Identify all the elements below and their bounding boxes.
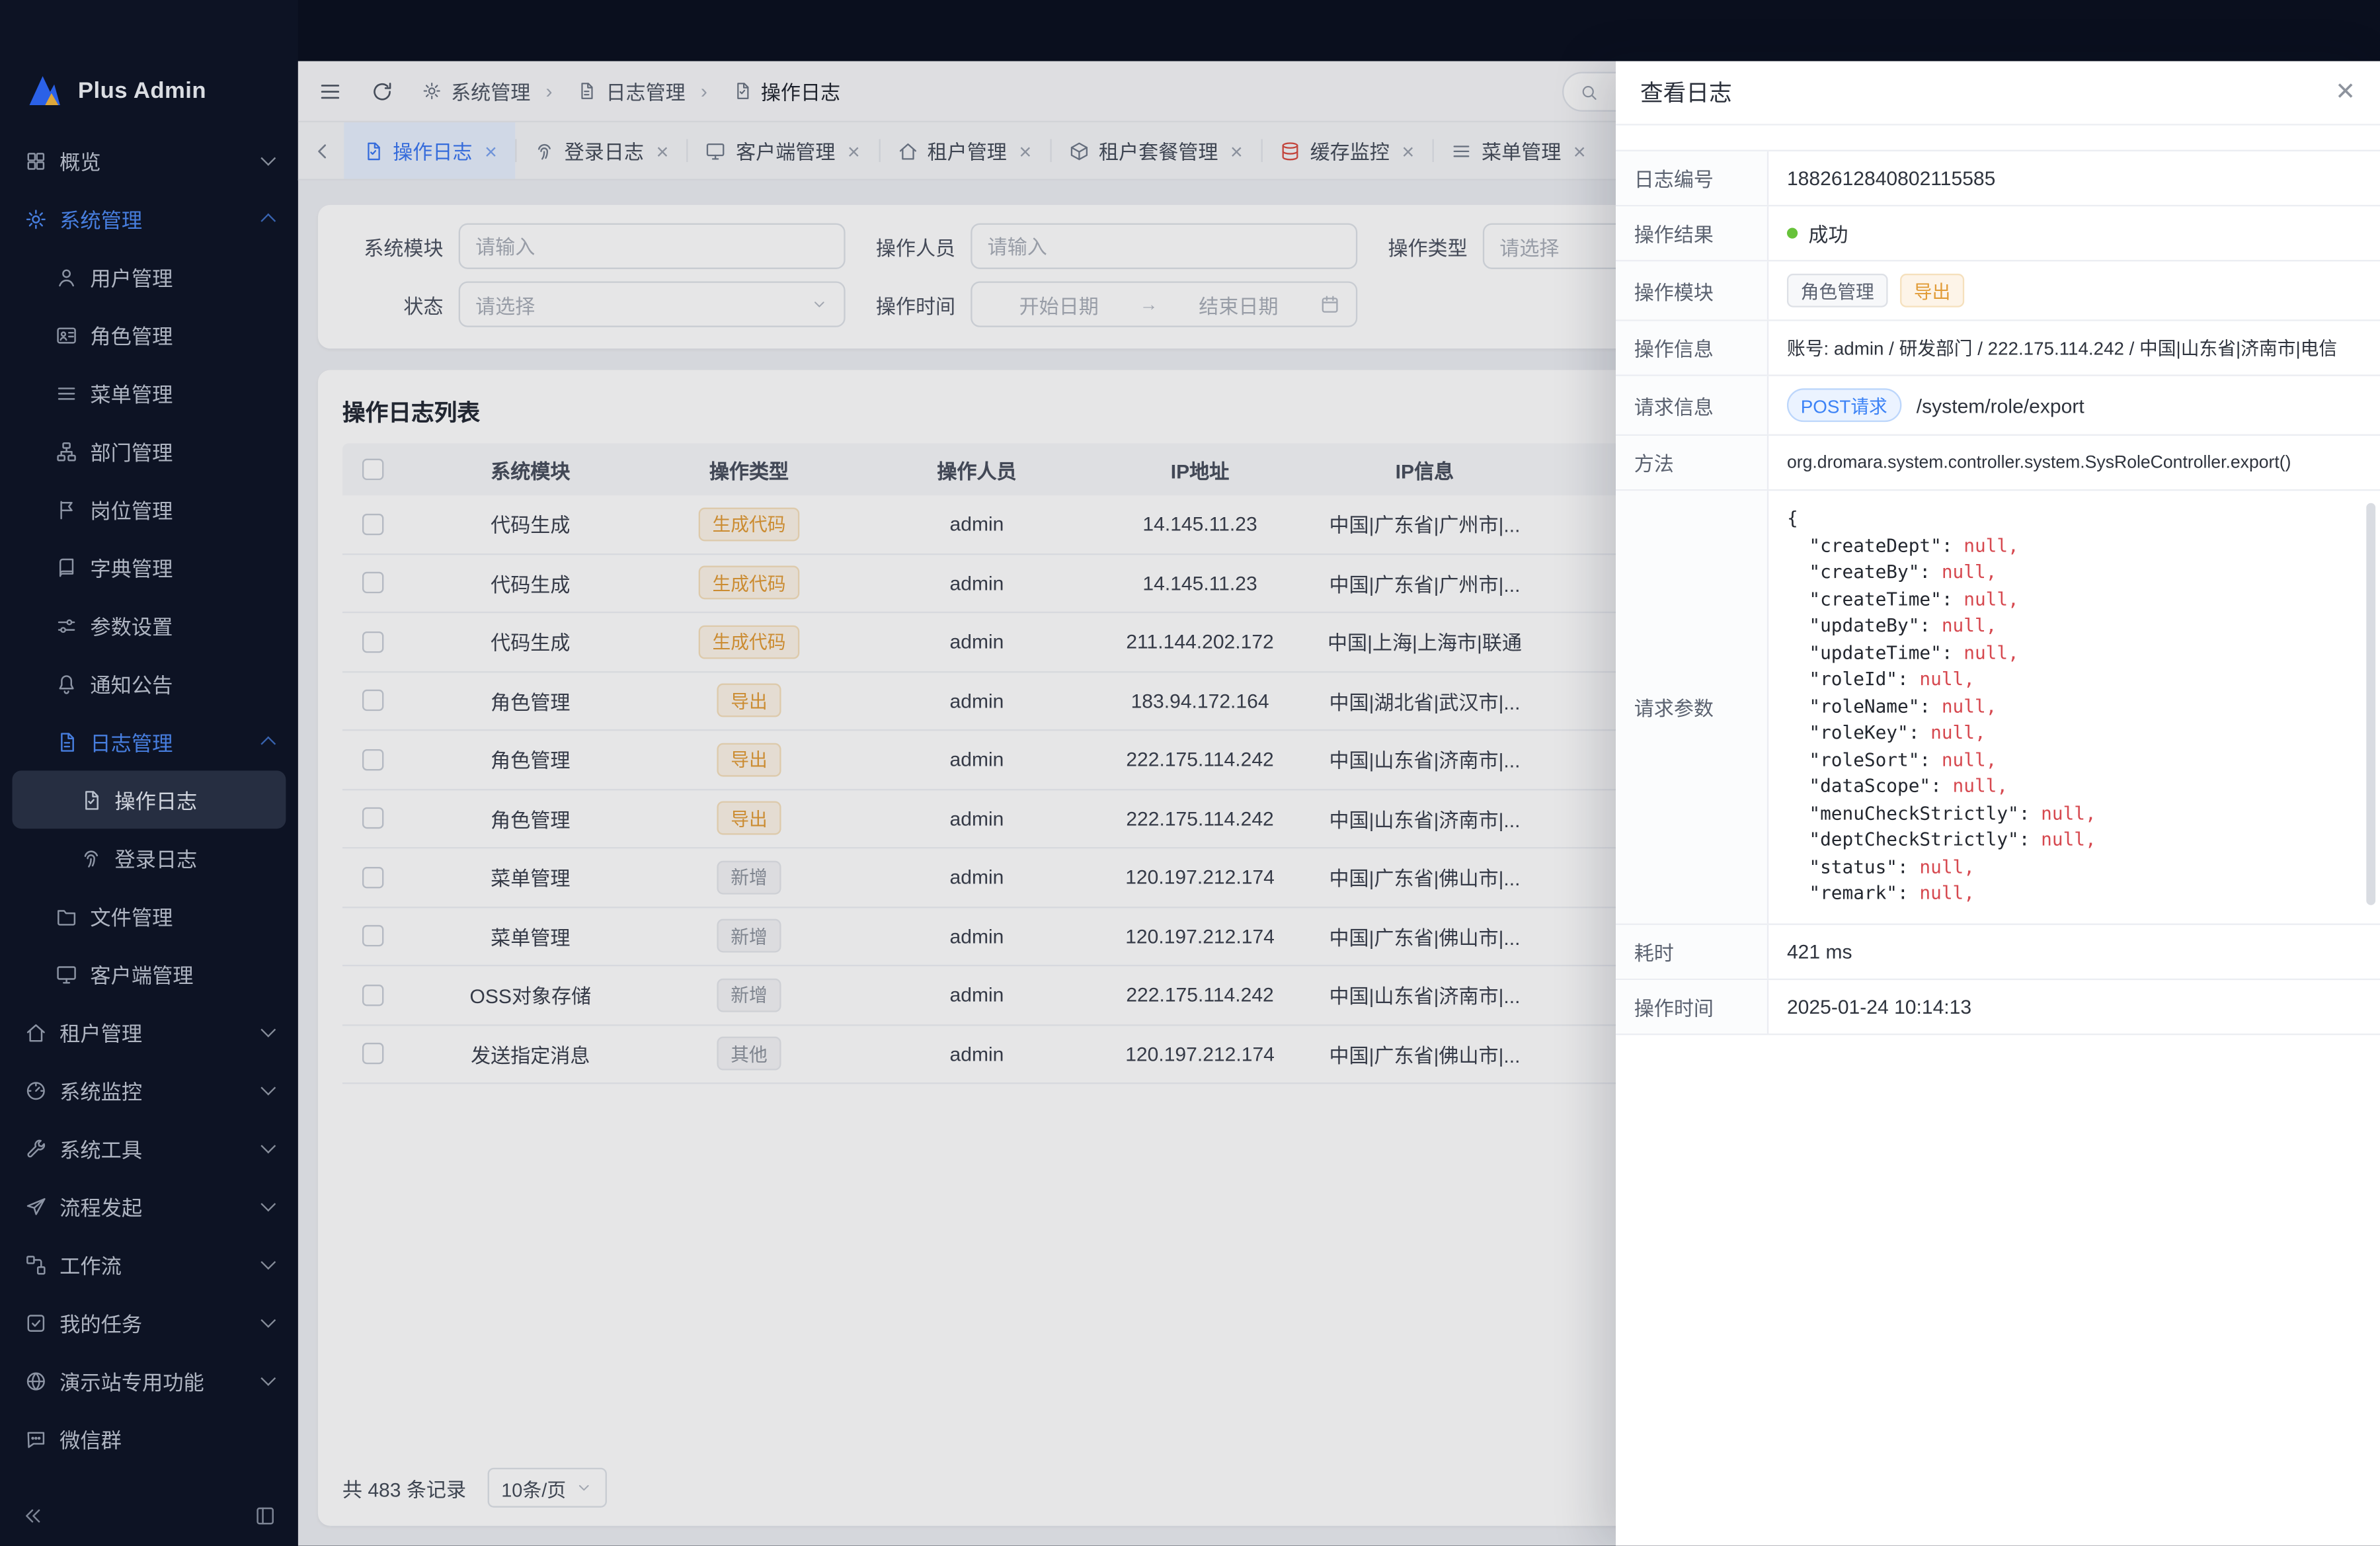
json-line: { [1787,506,2356,532]
drawer-header: 查看日志 ✕ [1616,61,2380,125]
json-line: "roleName": null, [1787,694,2356,720]
json-line: "createTime": null, [1787,587,2356,613]
detail-row-info: 操作信息 账号: admin / 研发部门 / 222.175.114.242 … [1616,321,2380,376]
json-line: "status": null, [1787,854,2356,880]
success-status-dot [1787,228,1798,239]
field-label: 请求参数 [1616,491,1768,922]
json-line: "createDept": null, [1787,533,2356,559]
operation-time-value: 2025-01-24 10:14:13 [1768,979,2380,1033]
json-line: "updateTime": null, [1787,640,2356,667]
close-icon[interactable]: ✕ [2335,80,2356,104]
json-line: "updateBy": null, [1787,613,2356,639]
field-label: 操作结果 [1616,206,1768,260]
detail-row-module: 操作模块 角色管理 导出 [1616,261,2380,321]
detail-row-method: 方法 org.dromara.system.controller.system.… [1616,436,2380,491]
result-text: 成功 [1808,219,1848,248]
detail-row-result: 操作结果 成功 [1616,206,2380,261]
detail-row-params: 请求参数 { "createDept": null, "createBy": n… [1616,491,2380,924]
json-line: "dataScope": null, [1787,774,2356,800]
request-url-value: /system/role/export [1917,393,2084,417]
json-line: "createBy": null, [1787,559,2356,586]
duration-value: 421 ms [1768,924,2380,978]
detail-row-request: 请求信息 POST请求 /system/role/export [1616,376,2380,436]
field-label: 日志编号 [1616,151,1768,205]
java-method-value: org.dromara.system.controller.system.Sys… [1787,454,2291,472]
app-root: Plus Admin 概览 系统管理 用户管理 [0,0,2380,1546]
field-label: 操作时间 [1616,979,1768,1033]
operation-info-value: 账号: admin / 研发部门 / 222.175.114.242 / 中国|… [1787,335,2337,360]
request-params-json[interactable]: { "createDept": null, "createBy": null, … [1787,503,2356,911]
field-label: 方法 [1616,436,1768,489]
detail-row-time: 操作时间 2025-01-24 10:14:13 [1616,979,2380,1034]
json-line: "remark": null, [1787,881,2356,907]
drawer-title: 查看日志 [1640,77,1732,109]
http-method-tag: POST请求 [1787,388,1901,422]
detail-row-log-id: 日志编号 1882612840802115585 [1616,151,2380,206]
field-label: 操作信息 [1616,321,1768,375]
json-line: "roleKey": null, [1787,720,2356,747]
detail-row-duration: 耗时 421 ms [1616,924,2380,979]
json-line: "deptCheckStrictly": null, [1787,827,2356,854]
scrollbar-thumb[interactable] [2366,503,2375,905]
view-log-drawer: 查看日志 ✕ 日志编号 1882612840802115585 操作结果 成功 … [1616,61,2380,1545]
log-details-table: 日志编号 1882612840802115585 操作结果 成功 操作模块 角色… [1616,150,2380,1035]
field-label: 请求信息 [1616,376,1768,434]
json-line: "roleSort": null, [1787,747,2356,774]
json-line: "menuCheckStrictly": null, [1787,800,2356,827]
field-label: 操作模块 [1616,261,1768,319]
field-label: 耗时 [1616,924,1768,978]
json-line: "roleId": null, [1787,667,2356,693]
module-tag: 角色管理 [1787,274,1888,307]
action-tag: 导出 [1900,274,1964,307]
log-id-value: 1882612840802115585 [1768,151,2380,205]
